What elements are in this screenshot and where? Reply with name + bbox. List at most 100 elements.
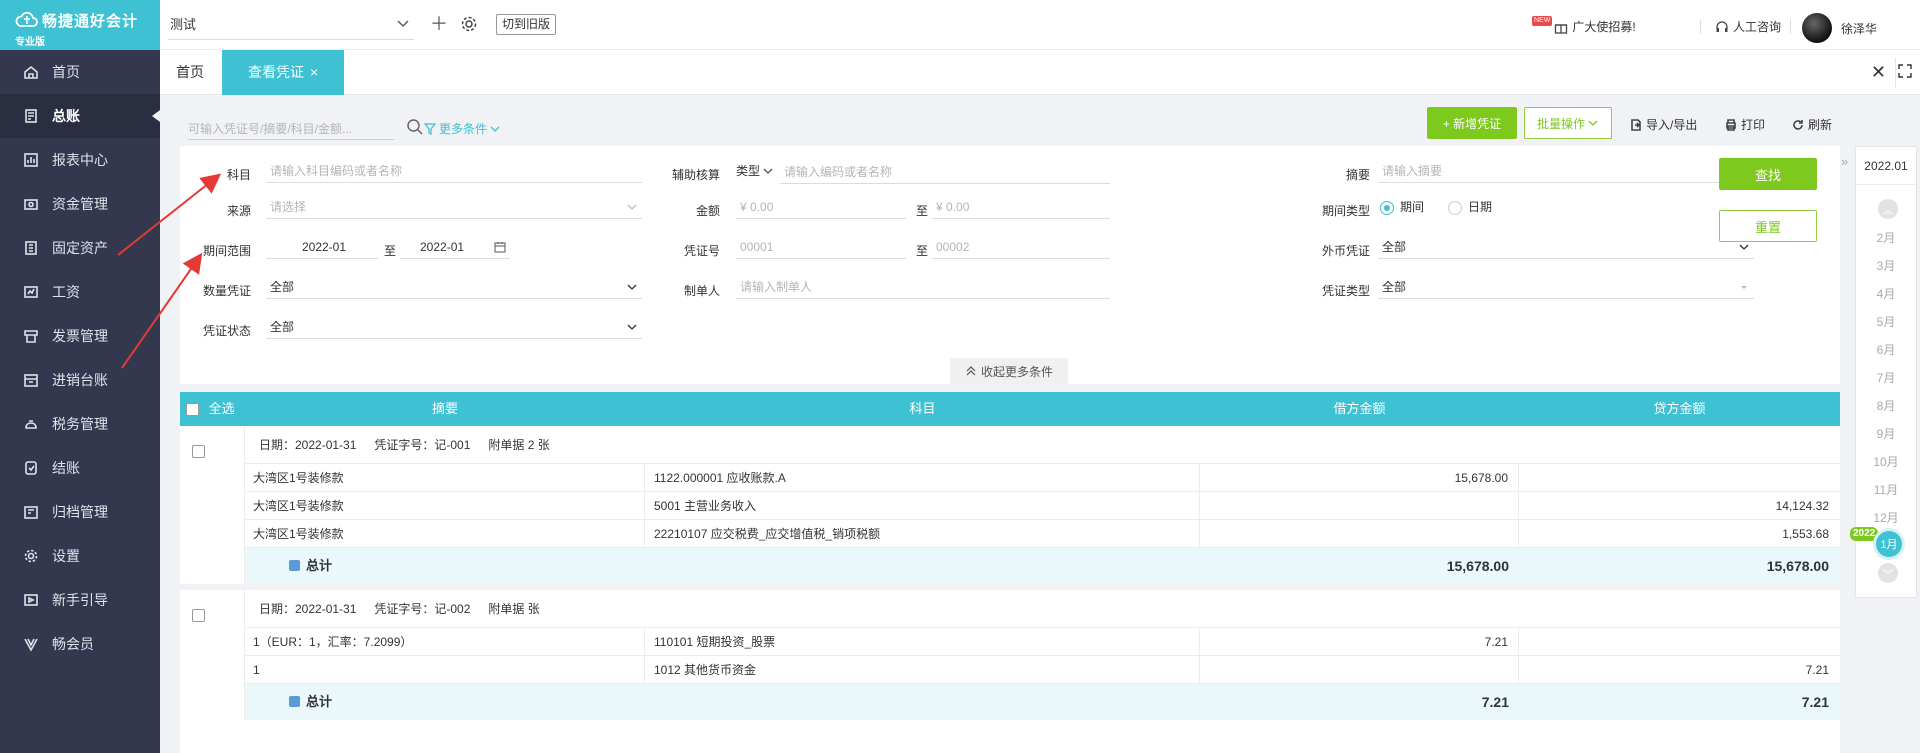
aux-type-select[interactable]: 类型: [732, 161, 776, 183]
summary-input[interactable]: 请输入摘要: [1378, 161, 1754, 183]
voucher-checkbox[interactable]: [192, 609, 205, 622]
sidebar-item-9[interactable]: 结账: [0, 446, 160, 490]
batch-operation-button[interactable]: 批量操作: [1524, 107, 1612, 139]
voucher-search-input[interactable]: [188, 122, 394, 136]
close-icon[interactable]: ×: [310, 64, 318, 80]
chevron-double-up-icon: [966, 366, 976, 376]
query-button[interactable]: 查找: [1719, 158, 1817, 190]
month-item[interactable]: 3月: [1856, 257, 1916, 274]
month-item[interactable]: 11月: [1856, 481, 1916, 498]
chevron-double-right-icon[interactable]: »: [1841, 154, 1848, 169]
voucher-header[interactable]: 日期：2022-01-31 凭证字号：记-002 附单据 张: [245, 590, 1840, 628]
fullscreen-icon[interactable]: [1898, 64, 1912, 78]
table-row[interactable]: 1（EUR：1，汇率：7.2099） 110101 短期投资_股票 7.21: [245, 628, 1840, 656]
period-type-radio-period[interactable]: 期间: [1380, 197, 1424, 217]
amount-from-input[interactable]: ¥ 0.00: [736, 197, 906, 219]
close-all-tabs-icon[interactable]: ✕: [1871, 62, 1886, 83]
currency-voucher-label: 外币凭证: [1321, 244, 1370, 258]
month-item[interactable]: 4月: [1856, 285, 1916, 302]
month-item[interactable]: 8月: [1856, 397, 1916, 414]
qty-voucher-value: 全部: [270, 280, 295, 294]
voucher-no-to-input[interactable]: 00002: [932, 237, 1110, 259]
voucher-no-from-input[interactable]: 00001: [736, 237, 906, 259]
sidebar-item-11[interactable]: 设置: [0, 534, 160, 578]
refresh-button[interactable]: 刷新: [1792, 116, 1832, 133]
sidebar-item-5[interactable]: 工资: [0, 270, 160, 314]
month-item[interactable]: 5月: [1856, 313, 1916, 330]
sidebar-item-8[interactable]: 税务管理: [0, 402, 160, 446]
summary-label: 摘要: [1345, 168, 1370, 182]
voucher-header[interactable]: 日期：2022-01-31 凭证字号：记-001 附单据 2 张: [245, 426, 1840, 464]
chevron-down-icon: [627, 284, 637, 290]
app-logo[interactable]: 畅捷通好会计 专业版: [0, 0, 160, 50]
table-row[interactable]: 大湾区1号装修款 1122.000001 应收账款.A 15,678.00: [245, 464, 1840, 492]
currency-voucher-select[interactable]: 全部: [1378, 237, 1754, 259]
sidebar-item-3[interactable]: 资金管理: [0, 182, 160, 226]
period-from-input[interactable]: 2022-01: [266, 237, 378, 259]
switch-old-version-button[interactable]: 切到旧版: [496, 14, 557, 35]
source-select[interactable]: 请选择: [266, 197, 642, 219]
period-opt2-label: 日期: [1468, 200, 1493, 214]
scroll-down-icon[interactable]: ︾: [1878, 563, 1898, 583]
search-icon[interactable]: [406, 118, 424, 136]
voucher-status-select[interactable]: 全部: [266, 317, 642, 339]
selected-month[interactable]: 1月: [1876, 531, 1902, 557]
more-conditions-button[interactable]: 更多条件: [424, 120, 501, 137]
maker-input[interactable]: 请输入制单人: [736, 277, 1110, 299]
sidebar-item-10[interactable]: 归档管理: [0, 490, 160, 534]
sidebar-item-7[interactable]: 进销台账: [0, 358, 160, 402]
month-item[interactable]: 2月: [1856, 229, 1916, 246]
entry-subject: 1122.000001 应收账款.A: [645, 464, 1200, 492]
aux-type-value: 类型: [736, 164, 761, 178]
chevron-down-icon: [490, 126, 500, 132]
period-type-radio-date[interactable]: 日期: [1448, 197, 1492, 217]
voucher-total-row: 总计 7.21 7.21: [245, 684, 1840, 720]
caret-down-icon: [1741, 286, 1747, 289]
avatar[interactable]: [1802, 13, 1832, 43]
consult-link[interactable]: 人工咨询: [1715, 18, 1781, 35]
tab-view-voucher[interactable]: 查看凭证 ×: [222, 50, 345, 95]
table-row[interactable]: 大湾区1号装修款 22210107 应交税费_应交增值税_销项税额 1,553.68: [245, 520, 1840, 548]
sidebar-item-4[interactable]: 固定资产: [0, 226, 160, 270]
new-voucher-button[interactable]: + 新增凭证: [1427, 107, 1517, 139]
voucher-type-select[interactable]: 全部: [1378, 277, 1754, 299]
period-to-input[interactable]: 2022-01: [400, 237, 510, 259]
sidebar-item-6[interactable]: 发票管理: [0, 314, 160, 358]
sidebar-item-12[interactable]: 新手引导: [0, 578, 160, 622]
select-all-checkbox[interactable]: 全选: [186, 392, 246, 426]
import-export-button[interactable]: 导入/导出: [1630, 116, 1697, 133]
qty-voucher-select[interactable]: 全部: [266, 277, 642, 299]
collapse-conditions-button[interactable]: 收起更多条件: [950, 358, 1068, 384]
month-item[interactable]: 10月: [1856, 453, 1916, 470]
voucher-checkbox[interactable]: [192, 445, 205, 458]
voucher-date: 日期：2022-01-31: [259, 602, 357, 616]
ambassador-promo-link[interactable]: NEW 广大使招募!: [1532, 15, 1636, 35]
calculator-icon: [289, 696, 300, 707]
month-item[interactable]: 12月: [1856, 509, 1916, 526]
add-account-button[interactable]: ＋: [430, 14, 448, 34]
month-item[interactable]: 6月: [1856, 341, 1916, 358]
sidebar-item-label: 新手引导: [52, 592, 108, 608]
voucher-status-value: 全部: [270, 320, 295, 334]
aux-code-input[interactable]: 请输入编码或者名称: [780, 162, 1110, 184]
sidebar-item-label: 税务管理: [52, 416, 108, 432]
tab-home[interactable]: 首页: [160, 50, 220, 95]
scroll-up-icon[interactable]: ︽: [1878, 199, 1898, 219]
gear-icon[interactable]: [460, 15, 478, 33]
table-row[interactable]: 大湾区1号装修款 5001 主营业务收入 14,124.32: [245, 492, 1840, 520]
print-button[interactable]: 打印: [1725, 116, 1765, 133]
subject-input[interactable]: 请输入科目编码或者名称: [266, 161, 642, 183]
voucher-table-header: 全选 摘要 科目 借方金额 贷方金额: [180, 392, 1840, 426]
user-name[interactable]: 徐泽华: [1841, 20, 1877, 37]
amount-to-input[interactable]: ¥ 0.00: [932, 197, 1110, 219]
month-item[interactable]: 9月: [1856, 425, 1916, 442]
sidebar-item-2[interactable]: 报表中心: [0, 138, 160, 182]
month-item[interactable]: 7月: [1856, 369, 1916, 386]
sidebar-item-0[interactable]: 首页: [0, 50, 160, 94]
account-set-select[interactable]: 测试: [168, 14, 414, 40]
voucher-search-box: [188, 120, 394, 140]
sidebar-item-13[interactable]: 畅会员: [0, 622, 160, 666]
gear-icon: [22, 547, 40, 565]
sidebar-item-1[interactable]: 总账: [0, 94, 160, 138]
table-row[interactable]: 1 1012 其他货币资金 7.21: [245, 656, 1840, 684]
